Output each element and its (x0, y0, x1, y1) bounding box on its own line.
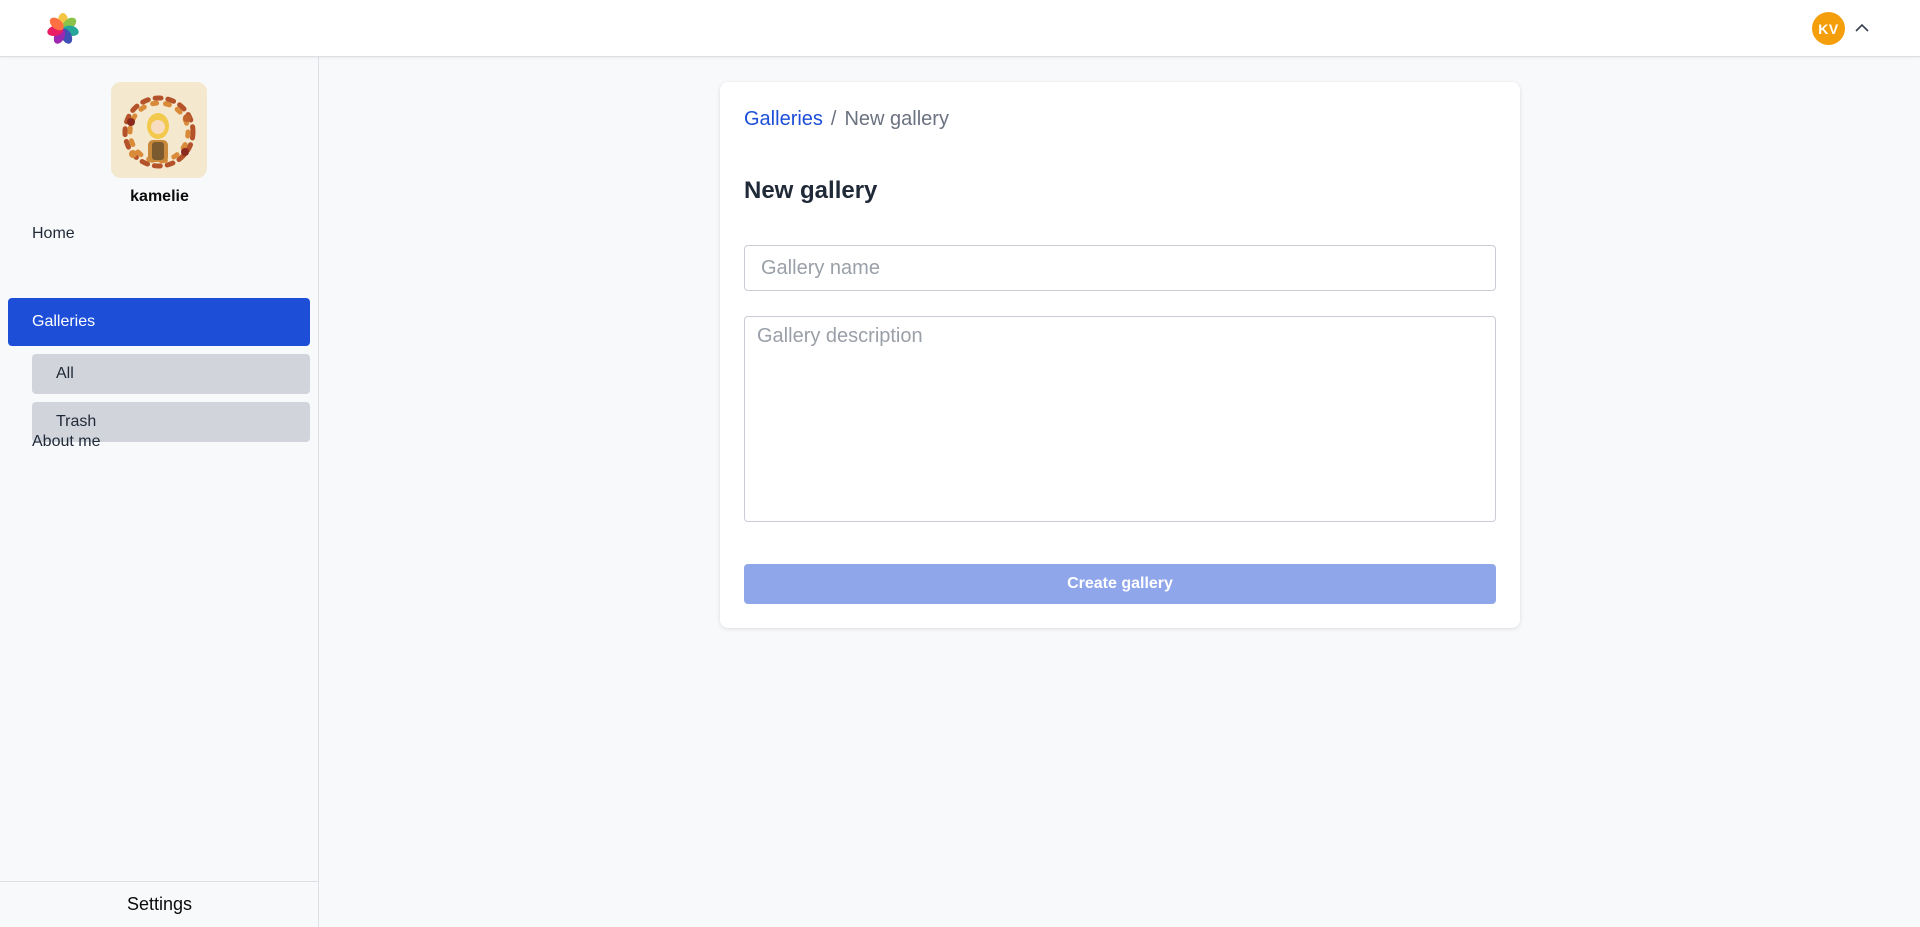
gallery-description-input[interactable] (744, 316, 1496, 522)
page-title: New gallery (744, 177, 878, 204)
gallery-name-input[interactable] (744, 245, 1496, 291)
top-bar: KV (0, 0, 1920, 57)
sidebar-subitem-all[interactable]: All (32, 354, 310, 394)
breadcrumb-link-galleries[interactable]: Galleries (744, 108, 823, 131)
new-gallery-card: Galleries / New gallery New gallery Crea… (720, 82, 1520, 628)
sidebar-item-about-me[interactable]: About me (8, 418, 310, 466)
chevron-up-icon[interactable] (1852, 18, 1872, 38)
profile-avatar (111, 82, 207, 178)
profile-illustration-icon (111, 82, 207, 178)
sidebar-item-galleries[interactable]: Galleries (8, 298, 310, 346)
user-avatar[interactable]: KV (1812, 12, 1845, 45)
sidebar: kamelie Home Galleries All Trash About m… (0, 57, 319, 927)
sidebar-item-home[interactable]: Home (8, 210, 310, 258)
breadcrumb: Galleries / New gallery (744, 108, 949, 131)
app-logo-icon[interactable] (46, 12, 80, 46)
profile-name: kamelie (130, 188, 189, 205)
breadcrumb-current: New gallery (844, 108, 949, 130)
breadcrumb-separator: / (830, 108, 837, 130)
settings-button[interactable]: Settings (0, 881, 319, 927)
create-gallery-button[interactable]: Create gallery (744, 564, 1496, 604)
